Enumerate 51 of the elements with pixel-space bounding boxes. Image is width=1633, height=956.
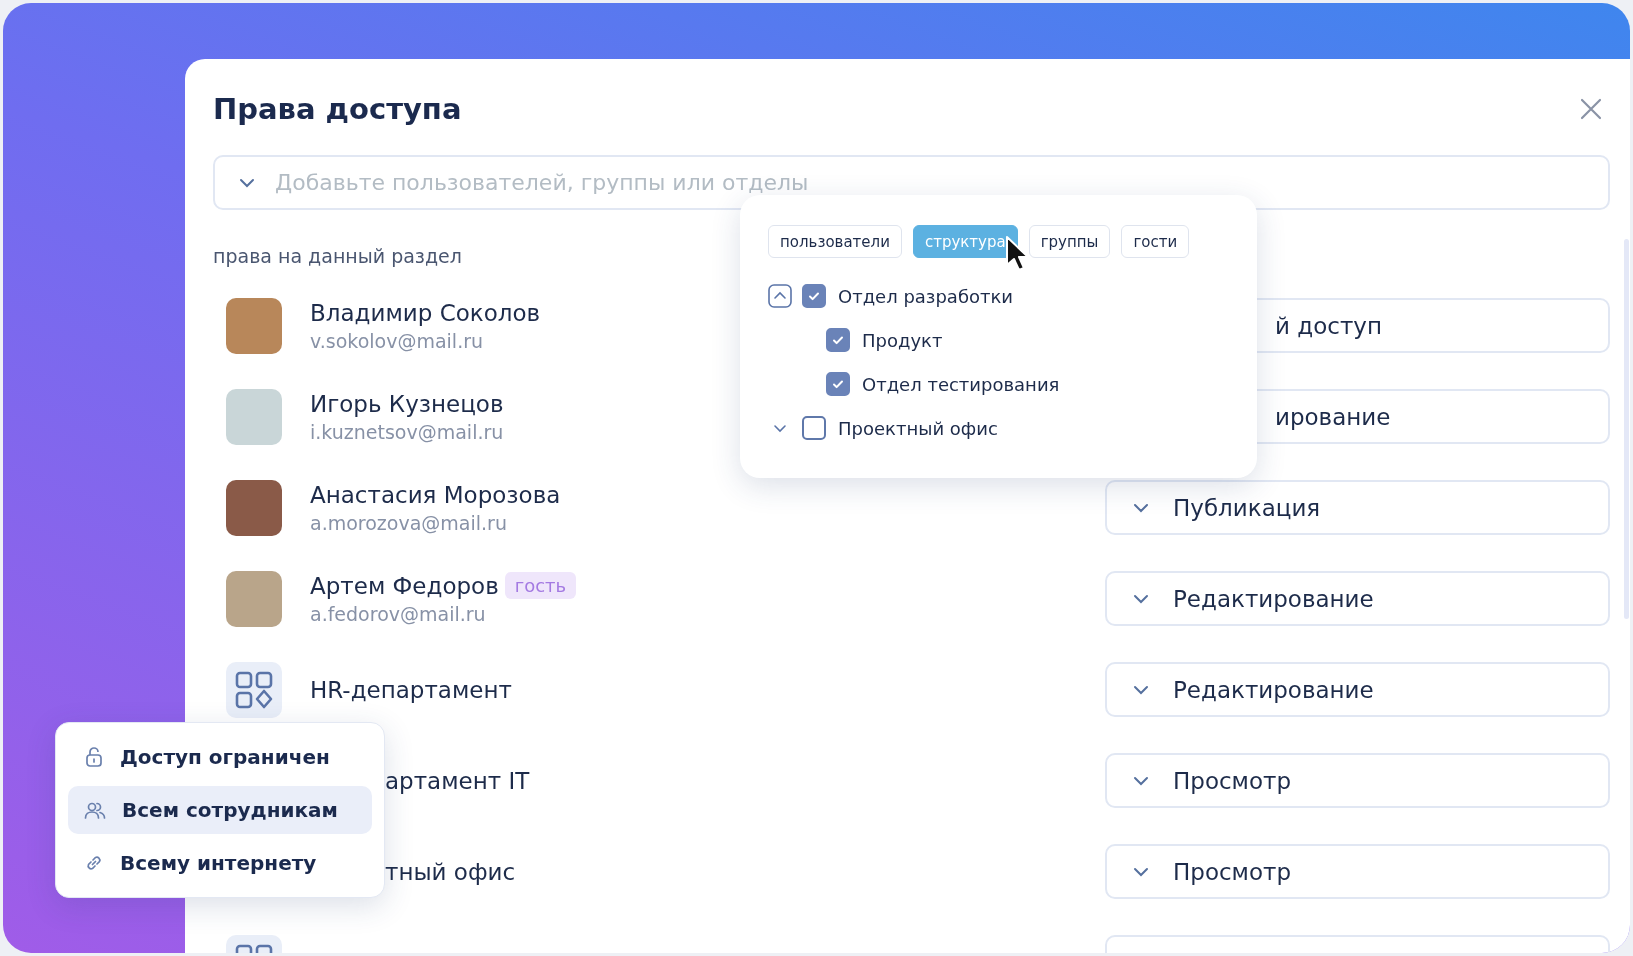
access-select[interactable]: Просмотр <box>1105 844 1610 899</box>
chevron-down-icon <box>239 178 255 188</box>
guest-badge: гость <box>504 572 577 599</box>
tree-item-label[interactable]: Проектный офис <box>838 417 998 439</box>
grid-icon <box>235 670 273 709</box>
access-select[interactable]: Публикация <box>1105 480 1610 535</box>
chevron-down-icon <box>1133 593 1149 604</box>
photo-placeholder <box>226 297 282 354</box>
photo-placeholder <box>226 479 282 536</box>
access-select[interactable]: Редактирование <box>1105 571 1610 626</box>
member-name: Владимир Соколов <box>310 298 541 328</box>
filter-tab[interactable]: гости <box>1121 225 1190 258</box>
close-icon[interactable] <box>1580 98 1602 120</box>
chevron-down-icon <box>1133 684 1149 695</box>
tree-item-label[interactable]: Продукт <box>862 329 943 351</box>
section-label: права на данный раздел <box>213 244 462 268</box>
checkbox[interactable] <box>826 328 850 352</box>
member-name: Артем Федоров <box>310 571 499 601</box>
menu-item[interactable]: Всему интернету <box>68 839 372 887</box>
checkbox[interactable] <box>802 416 826 440</box>
lock-icon <box>84 746 104 768</box>
tree-item-label[interactable]: Отдел тестирования <box>862 373 1060 395</box>
member-email: a.morozova@mail.ru <box>310 510 508 536</box>
link-icon <box>84 853 104 873</box>
member-name: HR-департамент <box>310 675 512 705</box>
member-name: Анастасия Морозова <box>310 480 561 510</box>
scrollbar[interactable] <box>1624 239 1629 619</box>
access-select[interactable]: Просмотр <box>1105 753 1610 808</box>
filter-tab[interactable]: группы <box>1028 225 1111 258</box>
search-field[interactable]: Добавьте пользователей, группы или отделы <box>213 155 1610 210</box>
member-name: артамент IT <box>385 766 530 796</box>
dialog-title: Права доступа <box>213 91 462 128</box>
member-name: Игорь Кузнецов <box>310 389 504 419</box>
photo-placeholder <box>226 388 282 445</box>
access-select[interactable]: Редактирование <box>1105 662 1610 717</box>
chevron-down-icon <box>1133 775 1149 786</box>
chevron-down-icon <box>1133 866 1149 877</box>
tree-item-label[interactable]: Отдел разработки <box>838 285 1014 307</box>
users-icon <box>84 800 106 820</box>
member-name: тный офис <box>385 857 516 887</box>
member-email: v.sokolov@mail.ru <box>310 328 485 354</box>
checkbox[interactable] <box>826 372 850 396</box>
member-email: i.kuznetsov@mail.ru <box>310 419 504 445</box>
collapse-icon[interactable] <box>768 284 792 308</box>
menu-item[interactable]: Всем сотрудникам <box>68 786 372 834</box>
menu-item[interactable]: Доступ ограничен <box>68 733 372 781</box>
filter-tab[interactable]: пользователи <box>768 225 902 258</box>
member-email: a.fedorov@mail.ru <box>310 601 487 627</box>
chevron-down-icon <box>1133 502 1149 513</box>
photo-placeholder <box>226 570 282 627</box>
checkbox[interactable] <box>802 284 826 308</box>
